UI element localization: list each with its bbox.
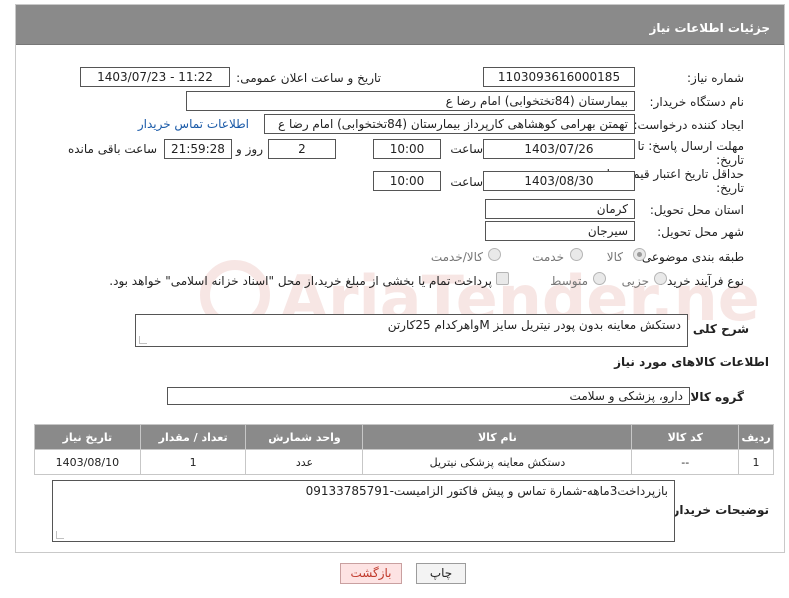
deadline-date-label: تاریخ: (716, 153, 744, 167)
process-minor-label: جزیی (621, 274, 649, 288)
deadline-label: مهلت ارسال پاسخ: تا (637, 139, 744, 153)
remaining-label: ساعت باقی مانده (67, 142, 157, 156)
back-button[interactable]: بازگشت (340, 563, 402, 584)
need-number-label: شماره نیاز: (687, 71, 744, 85)
category-radio-goods-service[interactable] (488, 248, 501, 261)
validity-date-field: 1403/08/30 (483, 171, 635, 191)
cell-code: -- (631, 449, 740, 475)
days-label: روز و (236, 142, 263, 156)
contact-info-link[interactable]: اطلاعات تماس خریدار (138, 117, 249, 131)
category-radio-goods[interactable] (633, 248, 646, 261)
deadline-time-field: 10:00 (373, 139, 441, 159)
col-row-header: ردیف (738, 424, 774, 450)
validity-time-field: 10:00 (373, 171, 441, 191)
city-field: سیرجان (485, 221, 635, 241)
category-goods-service-label: کالا/خدمت (430, 250, 483, 264)
col-name-header: نام کالا (362, 424, 633, 450)
deadline-date-field: 1403/07/26 (483, 139, 635, 159)
province-field: کرمان (485, 199, 635, 219)
summary-field: دستکش معاینه بدون پودر نیتریل سایز Mوlهر… (135, 314, 688, 347)
need-number-field: 1103093616000185 (483, 67, 635, 87)
print-button[interactable]: چاپ (416, 563, 466, 584)
category-radio-service[interactable] (570, 248, 583, 261)
items-table: ردیف کد کالا نام کالا واحد شمارش تعداد /… (34, 424, 774, 475)
buyer-notes-text: بازپرداخت3ماهه-شمارة تماس و پیش فاکتور ا… (305, 484, 668, 498)
days-remaining-field: 2 (268, 139, 336, 159)
treasury-note: پرداخت تمام یا بخشی از مبلغ خرید،از محل … (109, 274, 492, 288)
table-header-row: ردیف کد کالا نام کالا واحد شمارش تعداد /… (34, 424, 774, 450)
validity-time-label: ساعت (450, 175, 483, 189)
cell-name: دستکش معاینه پزشکی نیتریل (362, 449, 633, 475)
process-label: نوع فرآیند خرید : (659, 274, 744, 288)
validity-date-label: تاریخ: (716, 181, 744, 195)
summary-text: دستکش معاینه بدون پودر نیتریل سایز Mوlهر… (387, 318, 681, 332)
category-label: طبقه بندی موضوعی: (637, 250, 744, 264)
resize-grip[interactable] (139, 336, 147, 344)
province-label: استان محل تحویل: (649, 203, 744, 217)
announce-field: 1403/07/23 - 11:22 (80, 67, 230, 87)
col-unit-header: واحد شمارش (245, 424, 364, 450)
col-date-header: تاریخ نیاز (34, 424, 141, 450)
treasury-checkbox[interactable] (496, 272, 509, 285)
goods-group-label: گروه کالا: (685, 390, 744, 404)
goods-info-title: اطلاعات کالاهای مورد نیاز (614, 355, 769, 369)
buyer-notes-label: توضیحات خریدار: (667, 503, 769, 517)
buyer-org-label: نام دستگاه خریدار: (649, 95, 745, 109)
buyer-org-field: بیمارستان (84تختخوابی) امام رضا ع (186, 91, 635, 111)
col-code-header: کد کالا (631, 424, 740, 450)
process-medium-label: متوسط (550, 274, 588, 288)
creator-field: تهمتن بهرامی کوهشاهی کارپرداز بیمارستان … (264, 114, 635, 134)
city-label: شهر محل تحویل: (657, 225, 744, 239)
cell-date: 1403/08/10 (34, 449, 141, 475)
cell-row: 1 (738, 449, 774, 475)
table-row: 1 -- دستکش معاینه پزشکی نیتریل عدد 1 140… (34, 449, 774, 475)
col-qty-header: تعداد / مقدار (139, 424, 247, 450)
process-radio-minor[interactable] (654, 272, 667, 285)
goods-group-field: دارو، پزشکی و سلامت (167, 387, 690, 405)
category-service-label: خدمت (532, 250, 564, 264)
announce-value: 1403/07/23 - 11:22 (97, 70, 213, 84)
panel-title: جزئیات اطلاعات نیاز (16, 5, 784, 45)
buyer-notes-field: بازپرداخت3ماهه-شمارة تماس و پیش فاکتور ا… (52, 480, 675, 542)
process-radio-medium[interactable] (593, 272, 606, 285)
creator-label: ایجاد کننده درخواست: (633, 118, 744, 132)
cell-qty: 1 (139, 449, 247, 475)
cell-unit: عدد (245, 449, 364, 475)
announce-label: تاریخ و ساعت اعلان عمومی: (236, 71, 381, 85)
remaining-time-field: 21:59:28 (164, 139, 232, 159)
category-goods-label: کالا (606, 250, 623, 264)
deadline-time-label: ساعت (450, 142, 483, 156)
notes-resize-grip[interactable] (56, 531, 64, 539)
